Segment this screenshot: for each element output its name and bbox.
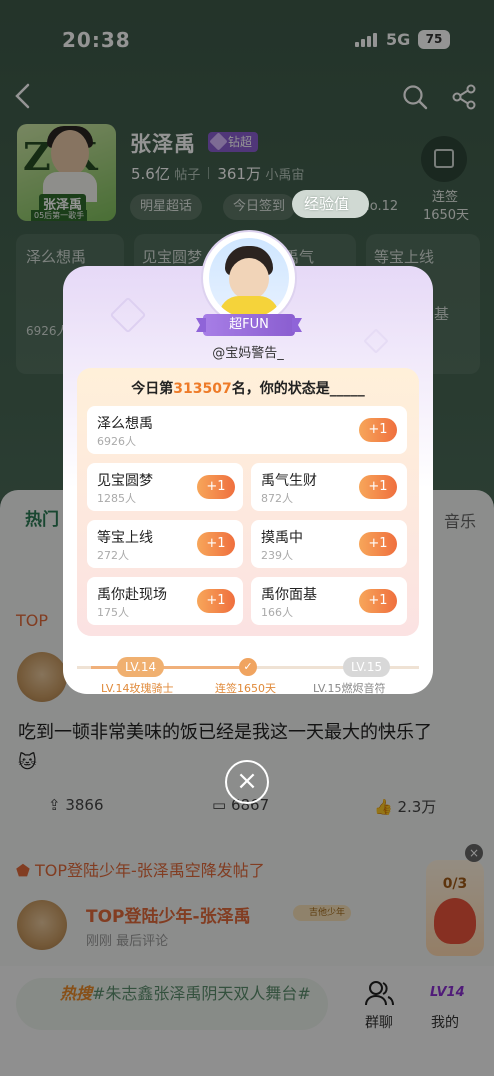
- next-level-label: LV.15燃烬音符: [313, 682, 386, 695]
- check-icon: ✓: [239, 658, 257, 676]
- status-vote-box: 今日第313507名，你的状态是_____ 泽么想禹 6926人 +1 见宝圆梦 1…: [77, 368, 419, 636]
- next-level-pill: LV.15: [343, 657, 391, 677]
- level-title-banner: 超FUN: [203, 314, 295, 336]
- plus-one-button[interactable]: +1: [359, 475, 397, 499]
- option-item[interactable]: 等宝上线 272人 +1: [87, 520, 243, 568]
- option-item[interactable]: 泽么想禹 6926人 +1: [87, 406, 407, 454]
- signin-streak-label: 连签1650天: [215, 682, 276, 695]
- option-item[interactable]: 禹你面基 166人 +1: [251, 577, 407, 625]
- plus-one-button[interactable]: +1: [197, 475, 235, 499]
- plus-one-button[interactable]: +1: [359, 589, 397, 613]
- page: 20:38 5G 75 Z K 张泽禹 05后第一歌手 张泽禹 钻超 5.6亿 …: [0, 0, 494, 1076]
- current-level-pill: LV.14: [117, 657, 165, 677]
- vote-title: 今日第313507名，你的状态是_____: [131, 381, 365, 397]
- level-progress: LV.14 ✓ LV.15 LV.14玫瑰骑士 连签1650天 LV.15燃烬音…: [77, 657, 419, 698]
- plus-one-button[interactable]: +1: [359, 418, 397, 442]
- option-item[interactable]: 摸禹中 239人 +1: [251, 520, 407, 568]
- close-modal-button[interactable]: ×: [225, 760, 269, 804]
- diamond-icon: [109, 296, 147, 334]
- option-item[interactable]: 见宝圆梦 1285人 +1: [87, 463, 243, 511]
- exp-toast: 经验值: [292, 190, 370, 218]
- option-item[interactable]: 禹气生财 872人 +1: [251, 463, 407, 511]
- plus-one-button[interactable]: +1: [197, 589, 235, 613]
- progress-fill: [91, 666, 248, 669]
- current-level-label: LV.14玫瑰骑士: [101, 682, 174, 695]
- plus-one-button[interactable]: +1: [359, 532, 397, 556]
- option-item[interactable]: 禹你赴现场 175人 +1: [87, 577, 243, 625]
- signin-modal: 超FUN @宝妈警告_ 今日第313507名，你的状态是_____ 泽么想禹 69…: [63, 232, 433, 695]
- username: @宝妈警告_: [212, 346, 284, 361]
- plus-one-button[interactable]: +1: [197, 532, 235, 556]
- user-avatar: [203, 232, 295, 324]
